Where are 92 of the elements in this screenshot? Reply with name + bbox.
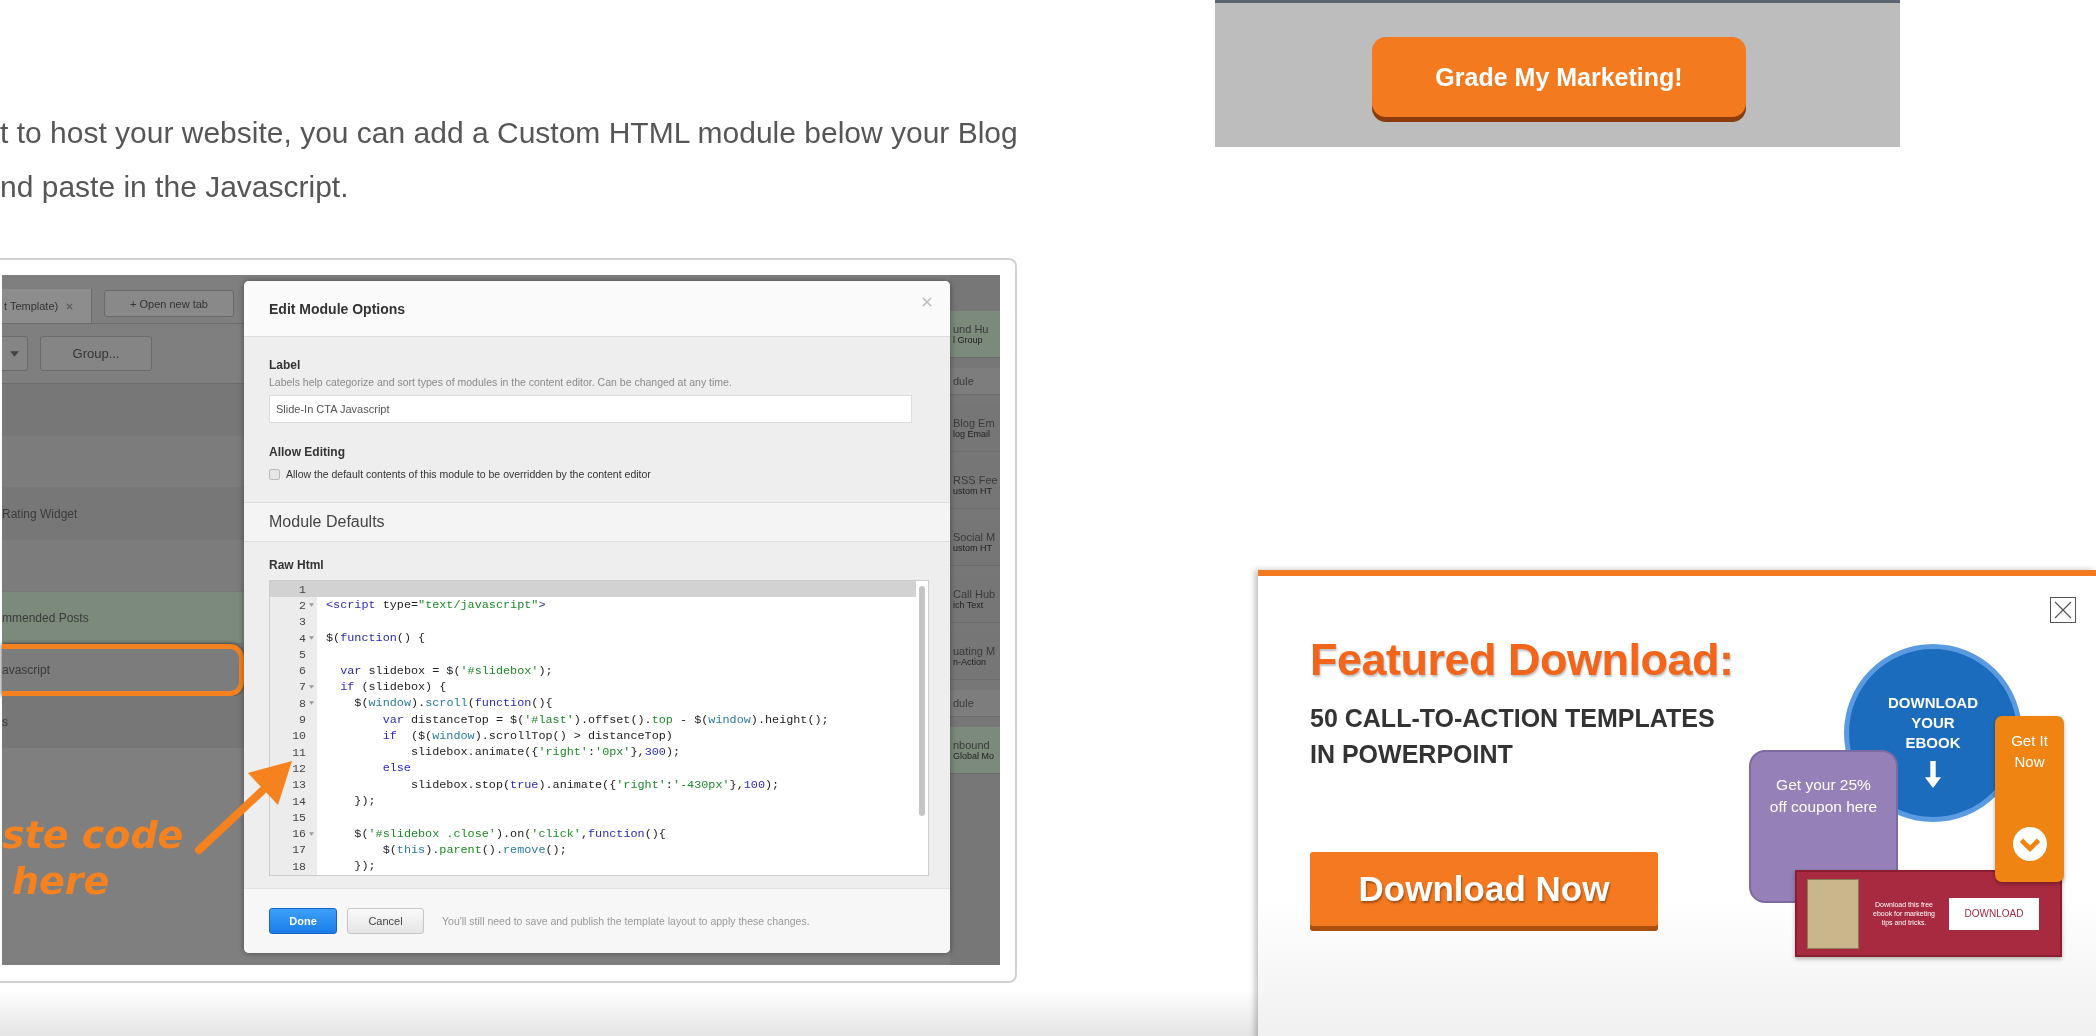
code-line: $(window).scroll(function(){ xyxy=(353,696,553,711)
cancel-button[interactable]: Cancel xyxy=(347,908,424,934)
line-number: 18 xyxy=(292,859,306,873)
fold-icon[interactable] xyxy=(309,684,314,689)
item-title: dule xyxy=(953,697,975,709)
book-cover-placeholder xyxy=(1807,878,1859,949)
label-input[interactable]: Slide-In CTA Javascript xyxy=(269,395,912,423)
footer-note: You'll still need to save and publish the template layout to apply these changes. xyxy=(442,915,810,927)
code-line: }); xyxy=(353,859,376,874)
code-line: else xyxy=(381,761,411,776)
popup-subtitle: 50 CALL-TO-ACTION TEMPLATES xyxy=(1310,703,1715,734)
code-line: if (slidebox) { xyxy=(339,679,447,694)
code-line: }); xyxy=(353,794,376,808)
checkbox[interactable] xyxy=(269,468,280,480)
caret-icon xyxy=(10,350,19,357)
item-title: Blog Em xyxy=(953,417,996,429)
item-subtitle: ich Text xyxy=(953,600,985,610)
fold-icon[interactable] xyxy=(309,831,314,836)
line-number: 8 xyxy=(299,696,306,710)
editor-tab[interactable]: t Template) xyxy=(2,289,92,323)
popup-heading: Featured Download: xyxy=(1310,634,1735,686)
line-number: 17 xyxy=(292,843,306,857)
chevron-circle-icon xyxy=(2012,827,2047,861)
circle-text: DOWNLOAD YOUR EBOOK xyxy=(1887,693,1979,753)
line-number: 10 xyxy=(292,729,306,743)
line-number: 14 xyxy=(292,794,306,808)
line-number: 16 xyxy=(292,827,306,841)
item-title: uating M xyxy=(953,645,997,657)
item-title: und Hu xyxy=(953,323,990,335)
line-number: 6 xyxy=(299,664,306,678)
line-number: 4 xyxy=(299,631,306,645)
section-title: Module Defaults xyxy=(269,513,385,531)
code-line: var slidebox = $('#slidebox'); xyxy=(339,663,553,678)
close-icon[interactable] xyxy=(2050,597,2076,623)
field-label: Label xyxy=(269,358,302,372)
item-title: RSS Fee xyxy=(953,474,999,486)
module-item[interactable]: dule xyxy=(950,690,1000,717)
item-title: dule xyxy=(953,375,975,387)
popup-subtitle: IN POWERPOINT xyxy=(1310,739,1513,770)
item-subtitle: Global Mo xyxy=(953,751,996,761)
item-subtitle: ustom HT xyxy=(953,543,993,553)
field-label: Raw Html xyxy=(269,558,325,572)
module-item[interactable]: dule xyxy=(950,368,1000,395)
group-button[interactable]: Group... xyxy=(40,336,152,371)
line-number: 1 xyxy=(299,582,306,596)
module-row[interactable]: Rating Widget xyxy=(2,488,244,540)
code-line: <script type="text/javascript"> xyxy=(325,598,546,613)
paragraph-text: nd paste in the Javascript. xyxy=(0,169,350,205)
code-line: if ($(window).scrollTop() > distanceTop) xyxy=(381,728,673,743)
line-number: 2 xyxy=(299,598,306,612)
annotation-text: ste code xyxy=(2,812,185,858)
annotation-text: here xyxy=(11,858,111,904)
done-button[interactable]: Done xyxy=(269,908,337,934)
line-number: 15 xyxy=(292,810,306,824)
fold-icon[interactable] xyxy=(309,701,314,706)
module-row[interactable]: mmended Posts xyxy=(2,592,244,644)
fold-icon[interactable] xyxy=(309,603,314,608)
code-editor[interactable] xyxy=(269,580,929,876)
dialog-title: Edit Module Options xyxy=(269,300,406,317)
dropdown-button[interactable] xyxy=(2,336,28,371)
checkbox-label: Allow the default contents of this module to be overridden by the content editor xyxy=(286,468,651,480)
line-number: 7 xyxy=(299,680,306,694)
line-number: 9 xyxy=(299,713,306,726)
fold-icon[interactable] xyxy=(309,636,314,641)
code-line: slidebox.animate({'right':'0px'},300); xyxy=(409,745,681,760)
field-label: Allow Editing xyxy=(269,445,346,459)
item-subtitle: n-Action xyxy=(953,657,988,667)
code-line: $('#slidebox .close').on('click',function(){ xyxy=(353,826,666,841)
line-number: 12 xyxy=(292,761,306,775)
open-tab-button[interactable]: + Open new tab xyxy=(104,290,234,317)
code-line: $(function() { xyxy=(325,631,426,646)
module-item[interactable]: nbound Global Mo xyxy=(950,727,1000,774)
line-number: 13 xyxy=(292,778,306,792)
item-title: Call Hub xyxy=(953,588,997,600)
code-line: $(this).parent().remove(); xyxy=(381,842,567,857)
line-number: 11 xyxy=(292,745,306,759)
tab-label: t Template) xyxy=(4,300,59,312)
down-arrow-icon xyxy=(1924,761,1942,788)
code-line: var distanceTop = $('#last').offset().top - $(window).height(); xyxy=(381,712,829,727)
line-number: 3 xyxy=(299,615,306,629)
line-number: 5 xyxy=(299,647,306,661)
scrollbar-thumb[interactable] xyxy=(919,586,925,816)
paragraph-text: t to host your website, you can add a Custom HTML module below your Blog xyxy=(0,115,1019,151)
module-row[interactable]: avascript xyxy=(2,644,244,696)
hint-text: Labels help categorize and sort types of modules in the content editor. Can be changed at any time. xyxy=(269,376,733,388)
coupon-text: Get your 25% off coupon here xyxy=(1768,775,1879,817)
item-title: Social M xyxy=(953,531,997,543)
item-subtitle: log Email xyxy=(953,429,991,439)
code-line: slidebox.stop(true).animate({'right':'-430px'},100); xyxy=(409,777,780,792)
item-subtitle: ustom HT xyxy=(953,486,993,496)
tab-text: Get It Now xyxy=(2010,731,2049,772)
item-title: nbound xyxy=(953,739,991,751)
